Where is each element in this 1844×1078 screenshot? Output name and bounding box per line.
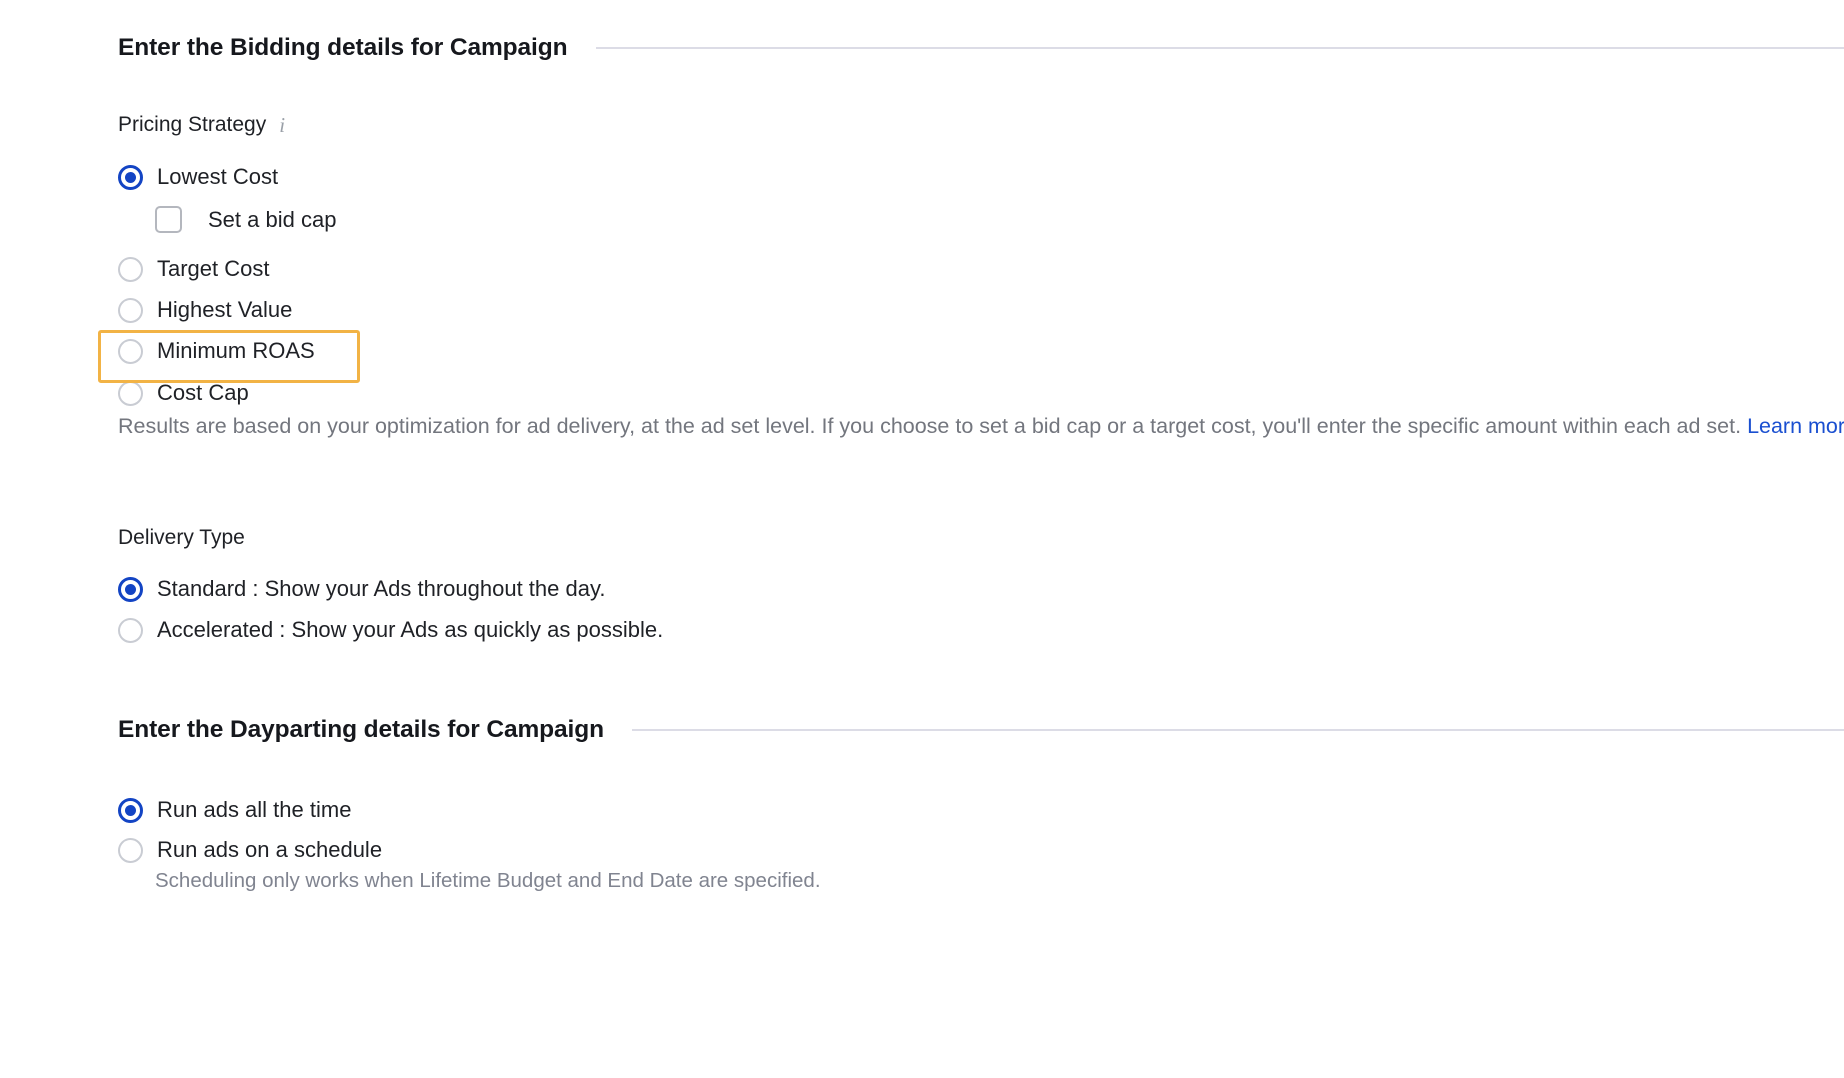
radio-label: Highest Value (157, 297, 293, 322)
radio-dayparting-all-the-time[interactable]: Run ads all the time (0, 797, 351, 823)
radio-label: Cost Cap (157, 380, 249, 405)
dayparting-section-title: Enter the Dayparting details for Campaig… (118, 716, 604, 743)
learn-more-link[interactable]: Learn more. (1747, 414, 1844, 438)
radio-indicator[interactable] (118, 380, 143, 406)
radio-indicator[interactable] (118, 297, 143, 323)
campaign-bidding-form: Enter the Bidding details for Campaign P… (0, 0, 1844, 1078)
bidding-section-header: Enter the Bidding details for Campaign (0, 34, 1844, 62)
radio-pricing-cost-cap[interactable]: Cost Cap (0, 380, 249, 406)
radio-label: Run ads on a schedule (157, 837, 383, 862)
pricing-strategy-label-group: Pricing Strategy i (0, 113, 285, 137)
help-text-body: Results are based on your optimization f… (118, 414, 1742, 438)
radio-indicator[interactable] (118, 164, 143, 190)
bidding-section-title: Enter the Bidding details for Campaign (118, 34, 568, 61)
delivery-type-label-group: Delivery Type (0, 526, 245, 550)
radio-label: Target Cost (157, 256, 270, 281)
radio-pricing-lowest-cost[interactable]: Lowest Cost (0, 164, 278, 190)
radio-delivery-standard[interactable]: Standard : Show your Ads throughout the … (0, 576, 605, 602)
radio-indicator[interactable] (118, 256, 143, 282)
bidding-section-divider (595, 47, 1844, 49)
radio-delivery-accelerated[interactable]: Accelerated : Show your Ads as quickly a… (0, 617, 663, 643)
radio-pricing-target-cost[interactable]: Target Cost (0, 256, 270, 282)
info-icon[interactable]: i (279, 114, 285, 136)
radio-label: Lowest Cost (157, 164, 279, 189)
radio-pricing-minimum-roas[interactable]: Minimum ROAS (0, 338, 315, 364)
radio-indicator[interactable] (118, 576, 143, 602)
pricing-strategy-label: Pricing Strategy (118, 113, 267, 136)
radio-label: Run ads all the time (157, 797, 352, 822)
dayparting-schedule-note: Scheduling only works when Lifetime Budg… (155, 869, 821, 892)
radio-dayparting-on-a-schedule[interactable]: Run ads on a schedule (0, 837, 382, 863)
radio-indicator[interactable] (118, 617, 143, 643)
radio-pricing-highest-value[interactable]: Highest Value (0, 297, 292, 323)
radio-label: Standard : Show your Ads throughout the … (157, 576, 606, 601)
checkbox-set-a-bid-cap[interactable]: Set a bid cap (0, 206, 336, 233)
delivery-type-label: Delivery Type (118, 526, 245, 549)
radio-indicator[interactable] (118, 797, 143, 823)
radio-label: Minimum ROAS (157, 338, 315, 363)
radio-indicator[interactable] (118, 338, 143, 364)
radio-indicator[interactable] (118, 837, 143, 863)
dayparting-section-header: Enter the Dayparting details for Campaig… (0, 716, 1844, 744)
checkbox-indicator[interactable] (155, 206, 182, 233)
radio-label: Accelerated : Show your Ads as quickly a… (157, 617, 664, 642)
dayparting-section-divider (631, 729, 1844, 731)
checkbox-label: Set a bid cap (208, 206, 337, 232)
pricing-strategy-help-text: Results are based on your optimization f… (0, 406, 1844, 447)
